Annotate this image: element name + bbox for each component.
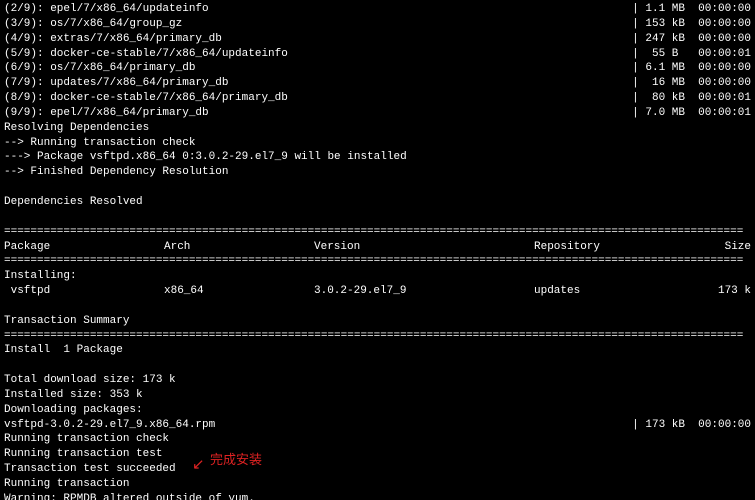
col-size: Size bbox=[684, 240, 751, 255]
col-repository: Repository bbox=[534, 240, 684, 255]
col-arch: Arch bbox=[164, 240, 314, 255]
download-line: (2/9): epel/7/x86_64/updateinfo | 1.1 MB … bbox=[4, 2, 751, 17]
tx-check: Running transaction check bbox=[4, 432, 751, 447]
rpm-name: vsftpd-3.0.2-29.el7_9.x86_64.rpm bbox=[4, 418, 215, 433]
dl-path: (3/9): os/7/x86_64/group_gz bbox=[4, 17, 182, 32]
pkg-name: vsftpd bbox=[4, 284, 164, 299]
download-line: (4/9): extras/7/x86_64/primary_db | 247 k… bbox=[4, 32, 751, 47]
col-package: Package bbox=[4, 240, 164, 255]
dl-stat: | 7.0 MB 00:00:01 bbox=[632, 106, 751, 121]
download-line: (9/9): epel/7/x86_64/primary_db | 7.0 MB … bbox=[4, 106, 751, 121]
dl-stat: | 1.1 MB 00:00:00 bbox=[632, 2, 751, 17]
blank-line bbox=[4, 358, 751, 373]
dl-stat: | 16 MB 00:00:00 bbox=[632, 76, 751, 91]
tx-running: Running transaction bbox=[4, 477, 751, 492]
dl-stat: | 247 kB 00:00:00 bbox=[632, 32, 751, 47]
download-line: (7/9): updates/7/x86_64/primary_db | 16 M… bbox=[4, 76, 751, 91]
download-line: (3/9): os/7/x86_64/group_gz | 153 kB 00:0… bbox=[4, 17, 751, 32]
dl-path: (4/9): extras/7/x86_64/primary_db bbox=[4, 32, 222, 47]
blank-line bbox=[4, 299, 751, 314]
dl-stat: | 80 kB 00:00:01 bbox=[632, 91, 751, 106]
installed-size: Installed size: 353 k bbox=[4, 388, 751, 403]
pkg-will-install: ---> Package vsftpd.x86_64 0:3.0.2-29.el… bbox=[4, 150, 751, 165]
arrow-icon: ↙ bbox=[192, 455, 205, 475]
install-count: Install 1 Package bbox=[4, 343, 751, 358]
dl-path: (7/9): updates/7/x86_64/primary_db bbox=[4, 76, 228, 91]
deps-resolved: Dependencies Resolved bbox=[4, 195, 751, 210]
rpm-download: vsftpd-3.0.2-29.el7_9.x86_64.rpm | 173 kB… bbox=[4, 418, 751, 433]
tx-test-ok: Transaction test succeeded bbox=[4, 462, 751, 477]
dl-path: (6/9): os/7/x86_64/primary_db bbox=[4, 61, 195, 76]
rpm-stat: | 173 kB 00:00:00 bbox=[632, 418, 751, 433]
pkg-repo: updates bbox=[534, 284, 684, 299]
table-header: Package Arch Version Repository Size bbox=[4, 240, 751, 255]
downloading-packages: Downloading packages: bbox=[4, 403, 751, 418]
tx-check: --> Running transaction check bbox=[4, 136, 751, 151]
pkg-size: 173 k bbox=[684, 284, 751, 299]
hr: ========================================… bbox=[4, 329, 751, 344]
annotation-label: 完成安装 bbox=[210, 451, 262, 469]
download-line: (6/9): os/7/x86_64/primary_db | 6.1 MB 00… bbox=[4, 61, 751, 76]
download-line: (8/9): docker-ce-stable/7/x86_64/primary… bbox=[4, 91, 751, 106]
terminal-output: (2/9): epel/7/x86_64/updateinfo | 1.1 MB … bbox=[0, 0, 755, 500]
dl-stat: | 55 B 00:00:01 bbox=[632, 47, 751, 62]
dl-path: (8/9): docker-ce-stable/7/x86_64/primary… bbox=[4, 91, 288, 106]
installing-label: Installing: bbox=[4, 269, 751, 284]
blank-line bbox=[4, 180, 751, 195]
total-dl-size: Total download size: 173 k bbox=[4, 373, 751, 388]
dl-path: (9/9): epel/7/x86_64/primary_db bbox=[4, 106, 209, 121]
table-row: vsftpd x86_64 3.0.2-29.el7_9 updates 173… bbox=[4, 284, 751, 299]
dl-path: (2/9): epel/7/x86_64/updateinfo bbox=[4, 2, 209, 17]
dl-stat: | 153 kB 00:00:00 bbox=[632, 17, 751, 32]
tx-summary: Transaction Summary bbox=[4, 314, 751, 329]
pkg-version: 3.0.2-29.el7_9 bbox=[314, 284, 534, 299]
download-line: (5/9): docker-ce-stable/7/x86_64/updatei… bbox=[4, 47, 751, 62]
pkg-arch: x86_64 bbox=[164, 284, 314, 299]
hr: ========================================… bbox=[4, 225, 751, 240]
dep-resolution-done: --> Finished Dependency Resolution bbox=[4, 165, 751, 180]
blank-line bbox=[4, 210, 751, 225]
rpmdb-warning: Warning: RPMDB altered outside of yum. bbox=[4, 492, 751, 500]
tx-test: Running transaction test bbox=[4, 447, 751, 462]
dl-path: (5/9): docker-ce-stable/7/x86_64/updatei… bbox=[4, 47, 288, 62]
dl-stat: | 6.1 MB 00:00:00 bbox=[632, 61, 751, 76]
col-version: Version bbox=[314, 240, 534, 255]
hr: ========================================… bbox=[4, 254, 751, 269]
resolve-deps: Resolving Dependencies bbox=[4, 121, 751, 136]
